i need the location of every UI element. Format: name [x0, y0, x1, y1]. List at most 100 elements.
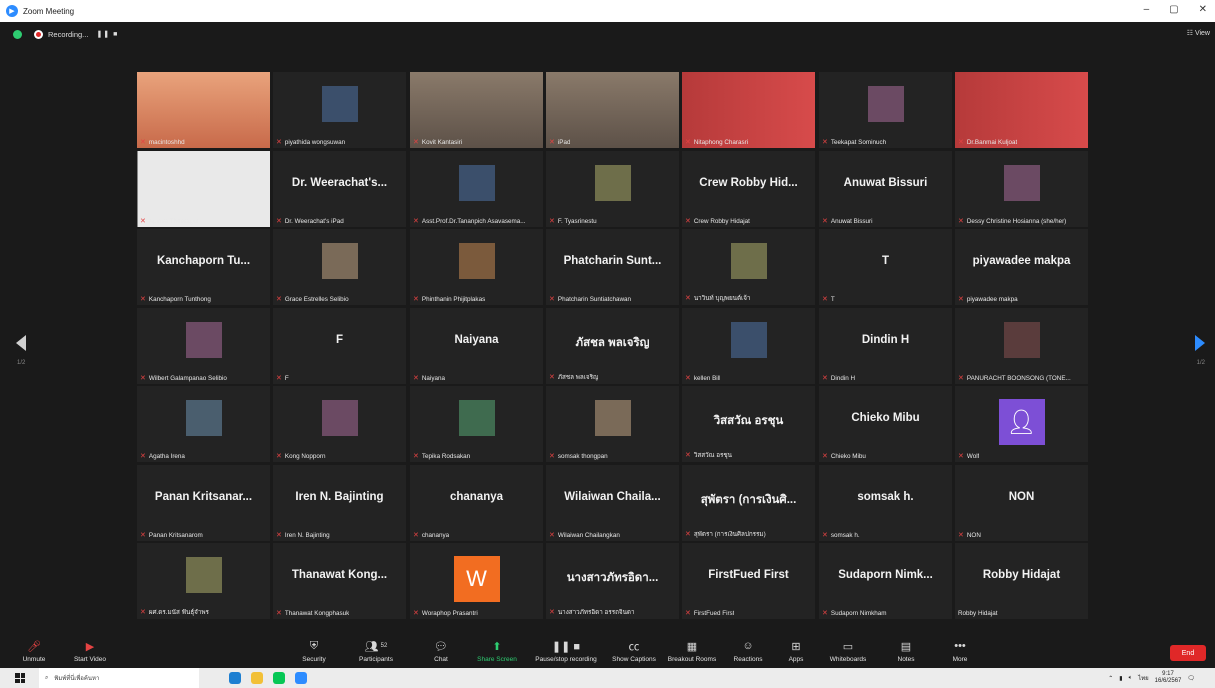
- participant-tile[interactable]: ✕ Kong Nopporn: [273, 386, 406, 462]
- participant-tile[interactable]: ✕ Grace Estrelles Selibio: [273, 229, 406, 305]
- muted-mic-icon: ✕: [685, 531, 691, 538]
- taskbar-search-input[interactable]: ⌕ พิมพ์ที่นี่เพื่อค้นหา: [39, 668, 199, 688]
- participant-tile[interactable]: ✕ Dr.Banmai Kuljoat: [955, 72, 1088, 148]
- end-meeting-button[interactable]: End: [1170, 645, 1206, 661]
- participant-tile[interactable]: Dindin H ✕ Dindin H: [819, 308, 952, 384]
- chat-button[interactable]: 💬︎ Chat: [430, 638, 452, 664]
- start-video-button[interactable]: ▶︎ Start Video: [70, 638, 110, 664]
- pause-recording-button[interactable]: ❚❚ ■ Pause/stop recording: [530, 638, 602, 664]
- recording-controls[interactable]: ❚❚ ■: [96, 30, 118, 38]
- participant-tile[interactable]: Robby Hidajat Robby Hidajat: [955, 543, 1088, 619]
- participant-tile[interactable]: Chieko Mibu ✕ Chieko Mibu: [819, 386, 952, 462]
- participant-tile[interactable]: ✕ Kovit Kantasiri: [410, 72, 543, 148]
- participant-tile[interactable]: piyawadee makpa ✕ piyawadee makpa: [955, 229, 1088, 305]
- participant-tile[interactable]: ✕ ผศ.ดร.มนัส ฟันธุ์จำพร: [137, 543, 270, 619]
- muted-mic-icon: ✕: [685, 218, 691, 225]
- muted-mic-icon: ✕: [549, 296, 555, 303]
- participant-tile[interactable]: ✕ Apinya Theeragul: [137, 151, 270, 227]
- participant-tile[interactable]: Anuwat Bissuri ✕ Anuwat Bissuri: [819, 151, 952, 227]
- edge-icon[interactable]: [229, 672, 241, 684]
- participant-tile[interactable]: ✕ Asst.Prof.Dr.Tananpich Asavasema...: [410, 151, 543, 227]
- minimize-button[interactable]: –: [1144, 4, 1150, 15]
- show-captions-button[interactable]: ㏄ Show Captions: [608, 638, 660, 663]
- participant-tile[interactable]: ✕ นาวินท์ บุญพยนต์เจ้า: [682, 229, 815, 305]
- participant-tile[interactable]: Dr. Weerachat's... ✕ Dr. Weerachat's iPad: [273, 151, 406, 227]
- language-indicator[interactable]: ไทย: [1138, 673, 1149, 683]
- participant-tile[interactable]: Iren N. Bajinting ✕ Iren N. Bajinting: [273, 465, 406, 541]
- participant-tile[interactable]: สุพัตรา (การเงินศิ... ✕ สุพัตรา (การเงินศิ…: [682, 465, 815, 541]
- participant-tile[interactable]: NON ✕ NON: [955, 465, 1088, 541]
- participant-name-label: piyawadee makpa: [966, 295, 1018, 303]
- notes-button[interactable]: ▤ Notes: [895, 638, 917, 664]
- zoom-app-icon[interactable]: [295, 672, 307, 684]
- participant-display-name: ภัสชล พลเจริญ: [575, 337, 650, 349]
- share-screen-button[interactable]: ⬆ Share Screen: [475, 638, 519, 664]
- view-button[interactable]: ☷ View: [1187, 29, 1210, 37]
- participant-tile[interactable]: 👤︎ ✕ Wolf: [955, 386, 1088, 462]
- participant-tile[interactable]: ✕ somsak thongpan: [546, 386, 679, 462]
- participant-tile[interactable]: นางสาวภัทรอิดา... ✕ นางสาวภัทรอิดา อรรถจิน…: [546, 543, 679, 619]
- participant-tile[interactable]: ✕ Wilbert Galampanao Selibio: [137, 308, 270, 384]
- participant-name-label: Dessy Christine Hosianna (she/her): [966, 217, 1067, 225]
- participant-tile[interactable]: Sudaporn Nimk... ✕ Sudaporn Nimkham: [819, 543, 952, 619]
- close-button[interactable]: ✕: [1199, 4, 1207, 15]
- participant-tile[interactable]: T ✕ T: [819, 229, 952, 305]
- apps-button[interactable]: ⊞ Apps: [785, 638, 807, 664]
- participant-name-label: Anuwat Bissuri: [830, 217, 873, 225]
- previous-page-icon[interactable]: [16, 335, 26, 351]
- participant-tile[interactable]: ✕ iPad: [546, 72, 679, 148]
- participant-label: ✕ Tepika Rodsakan: [413, 452, 470, 461]
- participant-tile[interactable]: Naiyana ✕ Naiyana: [410, 308, 543, 384]
- muted-mic-icon: ✕: [822, 453, 828, 460]
- line-icon[interactable]: [273, 672, 285, 684]
- more-button[interactable]: ••• More: [950, 638, 970, 663]
- whiteboards-button[interactable]: ▭ Whiteboards: [826, 638, 870, 664]
- participant-tile[interactable]: ✕ Tepika Rodsakan: [410, 386, 543, 462]
- participant-tile[interactable]: Thanawat Kong... ✕ Thanawat Kongphasuk: [273, 543, 406, 619]
- participant-tile[interactable]: Wilaiwan Chaila... ✕ Wilaiwan Chailangkan: [546, 465, 679, 541]
- participant-tile[interactable]: ✕ Nitaphong Charasri: [682, 72, 815, 148]
- participant-tile[interactable]: F ✕ F: [273, 308, 406, 384]
- meeting-toolbar: 🎤︎ Unmute ▶︎ Start Video ⛨ Security 👥︎ 52…: [0, 636, 1215, 668]
- participant-tile[interactable]: Phatcharin Sunt... ✕ Phatcharin Suntiatcha…: [546, 229, 679, 305]
- participant-tile[interactable]: ภัสชล พลเจริญ ✕ ภัสชล พลเจริญ: [546, 308, 679, 384]
- volume-icon[interactable]: 🔈︎: [1129, 675, 1133, 682]
- participant-tile[interactable]: ✕ Phinthanin Phijitplakas: [410, 229, 543, 305]
- breakout-rooms-button[interactable]: ▦ Breakout Rooms: [665, 638, 719, 664]
- shield-icon[interactable]: [13, 29, 22, 39]
- participant-tile[interactable]: ✕ Agatha Irena: [137, 386, 270, 462]
- unmute-button[interactable]: 🎤︎ Unmute: [18, 638, 50, 664]
- participant-tile[interactable]: ✕ F. Tyasrinestu: [546, 151, 679, 227]
- maximize-button[interactable]: ▢: [1169, 4, 1178, 15]
- muted-mic-icon: ✕: [140, 453, 146, 460]
- participant-tile[interactable]: วิสสวัณ อรชุน ✕ วิสสวัณ อรชุน: [682, 386, 815, 462]
- participants-button[interactable]: 👥︎ 52 Participants: [354, 638, 398, 664]
- participant-tile[interactable]: somsak h. ✕ somsak h.: [819, 465, 952, 541]
- page-indicator-left: 1/2: [17, 360, 26, 366]
- participant-tile[interactable]: ✕ Dessy Christine Hosianna (she/her): [955, 151, 1088, 227]
- file-explorer-icon[interactable]: [251, 672, 263, 684]
- next-page-icon[interactable]: [1195, 335, 1205, 351]
- reactions-button[interactable]: ☺ Reactions: [730, 638, 766, 663]
- participant-tile[interactable]: Kanchaporn Tu... ✕ Kanchaporn Tunthong: [137, 229, 270, 305]
- windows-start-icon[interactable]: [15, 673, 25, 683]
- notification-icon[interactable]: 🗨︎: [1187, 675, 1195, 682]
- network-icon[interactable]: ▮: [1119, 675, 1122, 682]
- participant-tile[interactable]: ✕ piyathida wongsuwan: [273, 72, 406, 148]
- participant-tile[interactable]: FirstFued First ✕ FirstFued First: [682, 543, 815, 619]
- participant-tile[interactable]: chananya ✕ chananya: [410, 465, 543, 541]
- participant-photo: [867, 86, 904, 122]
- participant-tile[interactable]: ✕ macintoshhd: [137, 72, 270, 148]
- participant-label: ✕ Nitaphong Charasri: [685, 138, 748, 147]
- participant-tile[interactable]: ✕ PANURACHT BOONSONG (TONE...: [955, 308, 1088, 384]
- participant-tile[interactable]: ✕ Teekapat Sominuch: [819, 72, 952, 148]
- tray-chevron-icon[interactable]: ⌃: [1108, 675, 1113, 682]
- security-button[interactable]: ⛨ Security: [298, 638, 330, 664]
- participant-tile[interactable]: ✕ kellen Bill: [682, 308, 815, 384]
- participant-photo: [321, 400, 358, 436]
- participant-tile[interactable]: Crew Robby Hid... ✕ Crew Robby Hidajat: [682, 151, 815, 227]
- muted-mic-icon: ✕: [140, 375, 146, 382]
- participant-tile[interactable]: W ✕ Woraphop Prasantri: [410, 543, 543, 619]
- taskbar-clock[interactable]: 9:17 16/6/2567: [1155, 671, 1182, 685]
- participant-tile[interactable]: Panan Kritsanar... ✕ Panan Kritsanarom: [137, 465, 270, 541]
